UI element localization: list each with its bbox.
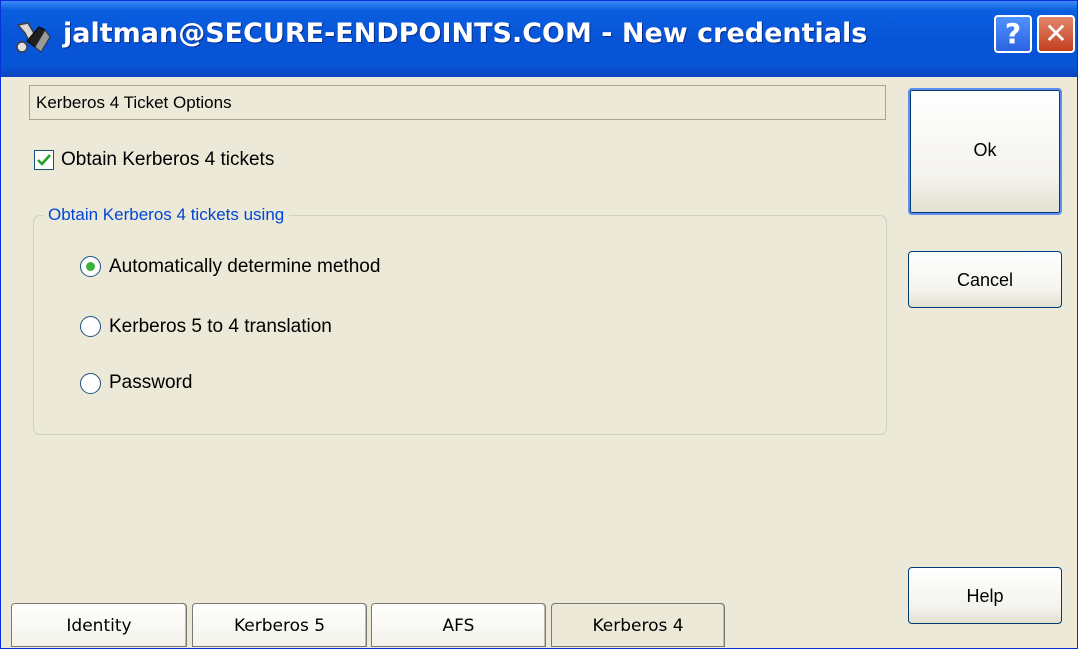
ok-button-label: Ok — [973, 140, 997, 160]
radio-auto-method-label[interactable]: Automatically determine method — [109, 256, 380, 278]
tab-afs[interactable]: AFS — [371, 603, 546, 647]
radio-password[interactable] — [80, 373, 101, 394]
obtain-k4-checkbox[interactable] — [34, 150, 54, 170]
tab-kerberos4[interactable]: Kerberos 4 — [551, 603, 725, 647]
section-header: Kerberos 4 Ticket Options — [29, 85, 886, 120]
radio-auto-method[interactable] — [80, 256, 101, 277]
credentials-dialog: jaltman@SECURE-ENDPOINTS.COM - New crede… — [0, 0, 1078, 649]
help-button[interactable]: Help — [908, 567, 1062, 624]
cancel-button[interactable]: Cancel — [908, 251, 1062, 308]
radio-k5-to-k4-label[interactable]: Kerberos 5 to 4 translation — [109, 316, 332, 338]
help-icon[interactable]: ? — [994, 15, 1032, 53]
checkmark-icon — [37, 154, 51, 166]
title-bar[interactable]: jaltman@SECURE-ENDPOINTS.COM - New crede… — [1, 1, 1077, 77]
close-icon[interactable]: ✕ — [1037, 15, 1075, 53]
keys-icon — [15, 21, 53, 55]
method-group-legend: Obtain Kerberos 4 tickets using — [43, 205, 290, 225]
window-title: jaltman@SECURE-ENDPOINTS.COM - New crede… — [63, 18, 868, 49]
radio-selected-dot — [86, 262, 95, 271]
obtain-k4-label[interactable]: Obtain Kerberos 4 tickets — [61, 149, 274, 171]
radio-password-label[interactable]: Password — [109, 372, 192, 394]
tab-kerberos5[interactable]: Kerberos 5 — [192, 603, 367, 647]
radio-k5-to-k4[interactable] — [80, 316, 101, 337]
ok-button[interactable]: Ok — [908, 88, 1062, 215]
tab-identity[interactable]: Identity — [11, 603, 187, 647]
